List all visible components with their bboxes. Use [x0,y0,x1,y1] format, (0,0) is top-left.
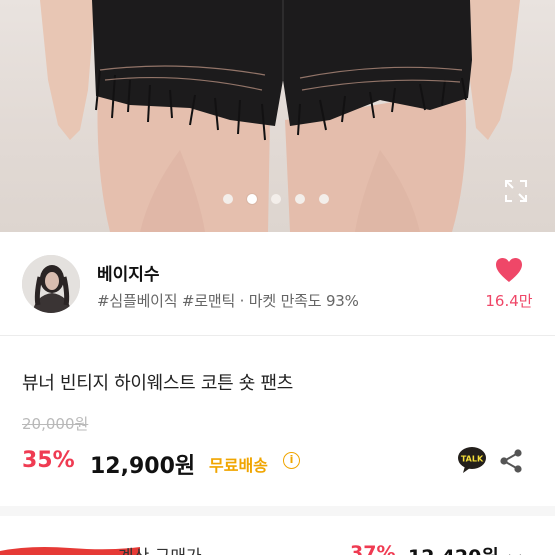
gallery-pagination [0,194,555,206]
product-title: 뷰너 빈티지 하이웨스트 코튼 숏 팬츠 [22,373,294,394]
member-discount-rate: 37% [350,542,396,555]
gallery-dot[interactable] [271,194,281,204]
seller-row[interactable]: 베이지수 #심플베이직 #로맨틱 · 마켓 만족도 93% 16.4만 [0,232,555,336]
info-icon[interactable]: i [283,452,300,469]
member-price-label: 계산 구매가 [118,542,202,555]
gallery-dot-active[interactable] [247,194,257,204]
gallery-dot[interactable] [319,194,329,204]
share-icon[interactable] [498,448,524,474]
seller-tags: #심플베이직 #로맨틱 · 마켓 만족도 93% [97,292,359,310]
sale-price: 12,900원 [90,454,196,479]
free-shipping-badge: 무료배송 [209,456,268,475]
member-price: 12,420원 [408,542,499,555]
heart-icon[interactable] [495,257,523,283]
chevron-down-icon[interactable] [508,548,522,555]
discount-rate: 35% [22,448,75,473]
talk-label: TALK [461,455,484,464]
kakao-talk-icon[interactable]: TALK [457,446,487,474]
seller-name[interactable]: 베이지수 [97,260,160,285]
original-price: 20,000원 [22,415,89,433]
product-image[interactable] [0,0,555,232]
seller-avatar[interactable] [22,255,80,313]
like-count: 16.4만 [485,292,533,310]
gallery-dot[interactable] [223,194,233,204]
expand-icon[interactable] [503,178,529,204]
section-divider [0,506,555,516]
gallery-dot[interactable] [295,194,305,204]
